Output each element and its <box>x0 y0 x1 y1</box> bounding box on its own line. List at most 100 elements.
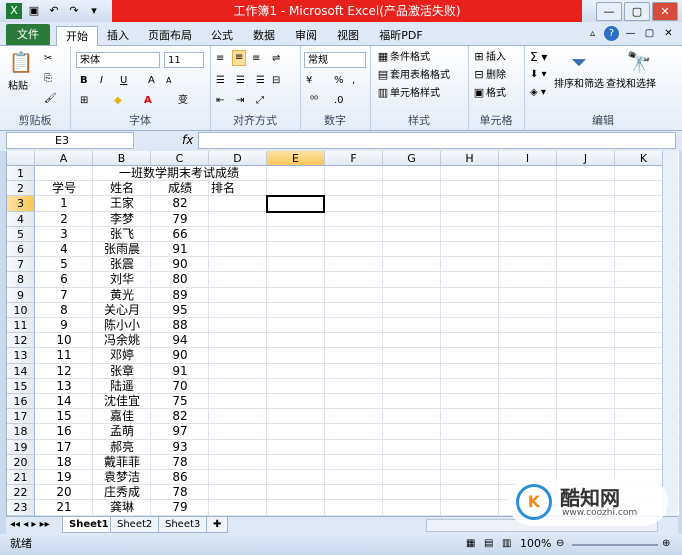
comma-button[interactable]: , <box>352 74 355 88</box>
cell-student-id[interactable]: 9 <box>35 318 93 333</box>
cell-student-id[interactable]: 12 <box>35 364 93 379</box>
cell-student-id[interactable]: 6 <box>35 272 93 287</box>
cell-student-name[interactable]: 沈佳宜 <box>93 394 151 409</box>
cell-score[interactable]: 66 <box>151 227 209 242</box>
paste-button[interactable]: 粘贴 <box>8 80 28 94</box>
cell-student-id[interactable]: 19 <box>35 470 93 485</box>
cell-score[interactable]: 80 <box>151 272 209 287</box>
grow-font-button[interactable]: A <box>148 74 155 88</box>
merge-center-icon[interactable]: ⊟ <box>272 74 280 88</box>
align-left-icon[interactable]: ☰ <box>216 74 225 88</box>
column-header-c[interactable]: C <box>151 151 209 166</box>
column-header-e[interactable]: E <box>267 151 325 166</box>
row-header-2[interactable]: 2 <box>7 181 35 197</box>
cell-student-id[interactable]: 21 <box>35 500 93 515</box>
cell-score[interactable]: 79 <box>151 212 209 227</box>
format-as-table-button[interactable]: ▤ 套用表格格式 <box>376 68 450 83</box>
tab-formulas[interactable]: 公式 <box>204 26 240 45</box>
row-header-14[interactable]: 14 <box>7 363 35 379</box>
align-center-icon[interactable]: ☰ <box>236 74 245 88</box>
cell-student-name[interactable]: 李梦 <box>93 212 151 227</box>
decrease-decimal-icon[interactable]: .0 <box>334 94 344 108</box>
cell-student-name[interactable]: 邓婷 <box>93 348 151 363</box>
tab-page-layout[interactable]: 页面布局 <box>142 26 198 45</box>
row-header-5[interactable]: 5 <box>7 226 35 242</box>
row-header-3[interactable]: 3 <box>7 196 35 212</box>
column-header-a[interactable]: A <box>35 151 93 166</box>
page-break-view-icon[interactable]: ▥ <box>502 537 511 551</box>
row-header-18[interactable]: 18 <box>7 424 35 440</box>
header-cell-id[interactable]: 学号 <box>35 181 93 196</box>
customize-qat-icon[interactable]: ▾ <box>86 3 102 19</box>
row-header-12[interactable]: 12 <box>7 333 35 349</box>
cell-score[interactable]: 95 <box>151 303 209 318</box>
header-cell-rank[interactable]: 排名 <box>209 181 269 196</box>
row-header-8[interactable]: 8 <box>7 272 35 288</box>
autosum-icon[interactable]: Σ ▾ <box>530 50 547 64</box>
cell-score[interactable]: 93 <box>151 440 209 455</box>
sheet-nav-icon[interactable]: ◂◂ ◂ ▸ ▸▸ <box>10 518 50 532</box>
format-cells-button[interactable]: ▣ 格式 <box>472 86 506 101</box>
cell-student-name[interactable]: 戴菲菲 <box>93 455 151 470</box>
copy-icon[interactable]: ⎘ <box>44 72 52 86</box>
cell-student-name[interactable]: 袁梦洁 <box>93 470 151 485</box>
tab-insert[interactable]: 插入 <box>100 26 136 45</box>
cut-icon[interactable]: ✂ <box>44 52 52 66</box>
bold-button[interactable]: B <box>80 74 88 88</box>
undo-icon[interactable]: ↶ <box>46 3 62 19</box>
phonetic-button[interactable]: 变 <box>178 94 188 108</box>
orientation-icon[interactable]: ⤢ <box>256 94 264 108</box>
cell-score[interactable]: 75 <box>151 394 209 409</box>
italic-button[interactable]: I <box>100 74 103 88</box>
select-all-corner[interactable] <box>7 151 35 166</box>
cell-student-name[interactable]: 张章 <box>93 364 151 379</box>
format-painter-icon[interactable]: 🖌 <box>44 92 57 106</box>
cell-student-id[interactable]: 5 <box>35 257 93 272</box>
font-color-button[interactable]: A <box>144 94 152 108</box>
cell-student-id[interactable]: 16 <box>35 424 93 439</box>
cell-student-id[interactable]: 10 <box>35 333 93 348</box>
insert-cells-button[interactable]: ⊞ 插入 <box>472 50 506 65</box>
align-right-icon[interactable]: ☰ <box>256 74 265 88</box>
row-header-23[interactable]: 23 <box>7 500 35 516</box>
cell-student-name[interactable]: 龚琳 <box>93 500 151 515</box>
save-icon[interactable]: ▣ <box>26 3 42 19</box>
column-header-h[interactable]: H <box>441 151 499 166</box>
sort-filter-button[interactable]: 排序和筛选 <box>554 78 604 92</box>
tab-file[interactable]: 文件 <box>6 24 50 45</box>
sheet-tab-3[interactable]: Sheet3 <box>158 517 208 533</box>
cell-score[interactable]: 94 <box>151 333 209 348</box>
cell-score[interactable]: 78 <box>151 485 209 500</box>
help-icon[interactable]: ? <box>604 26 619 41</box>
cell-student-name[interactable]: 庄秀成 <box>93 485 151 500</box>
cell-student-name[interactable]: 张震 <box>93 257 151 272</box>
cell-student-name[interactable]: 陆遥 <box>93 379 151 394</box>
tab-view[interactable]: 视图 <box>330 26 366 45</box>
cell-student-id[interactable]: 3 <box>35 227 93 242</box>
cell-student-id[interactable]: 14 <box>35 394 93 409</box>
cell-student-name[interactable]: 刘华 <box>93 272 151 287</box>
cell-score[interactable]: 90 <box>151 348 209 363</box>
cell-score[interactable]: 70 <box>151 379 209 394</box>
sheet-tab-2[interactable]: Sheet2 <box>110 517 160 533</box>
conditional-format-button[interactable]: ▦ 条件格式 <box>376 50 430 65</box>
vertical-scrollbar[interactable] <box>662 151 678 516</box>
cell-score[interactable]: 91 <box>151 364 209 379</box>
cell-styles-button[interactable]: ▥ 单元格样式 <box>376 86 440 101</box>
new-sheet-icon[interactable]: ✚ <box>206 517 229 533</box>
wrap-text-icon[interactable]: ⇌ <box>272 52 280 66</box>
row-header-20[interactable]: 20 <box>7 454 35 470</box>
cell-score[interactable]: 82 <box>151 409 209 424</box>
normal-view-icon[interactable]: ▦ <box>466 537 475 551</box>
row-header-7[interactable]: 7 <box>7 257 35 273</box>
fill-color-icon[interactable]: ◆ <box>114 94 122 108</box>
tab-foxit-pdf[interactable]: 福昕PDF <box>372 26 430 45</box>
sheet-tab-1[interactable]: Sheet1 <box>62 517 116 533</box>
cell-student-name[interactable]: 张雨晨 <box>93 242 151 257</box>
row-header-17[interactable]: 17 <box>7 409 35 425</box>
page-layout-view-icon[interactable]: ▤ <box>484 537 493 551</box>
clear-icon[interactable]: ◈ ▾ <box>530 86 546 100</box>
font-size-dropdown[interactable]: 11 <box>164 52 204 68</box>
sheet-title-cell[interactable]: 一班数学期末考试成绩 <box>63 166 295 181</box>
cell-score[interactable]: 91 <box>151 242 209 257</box>
